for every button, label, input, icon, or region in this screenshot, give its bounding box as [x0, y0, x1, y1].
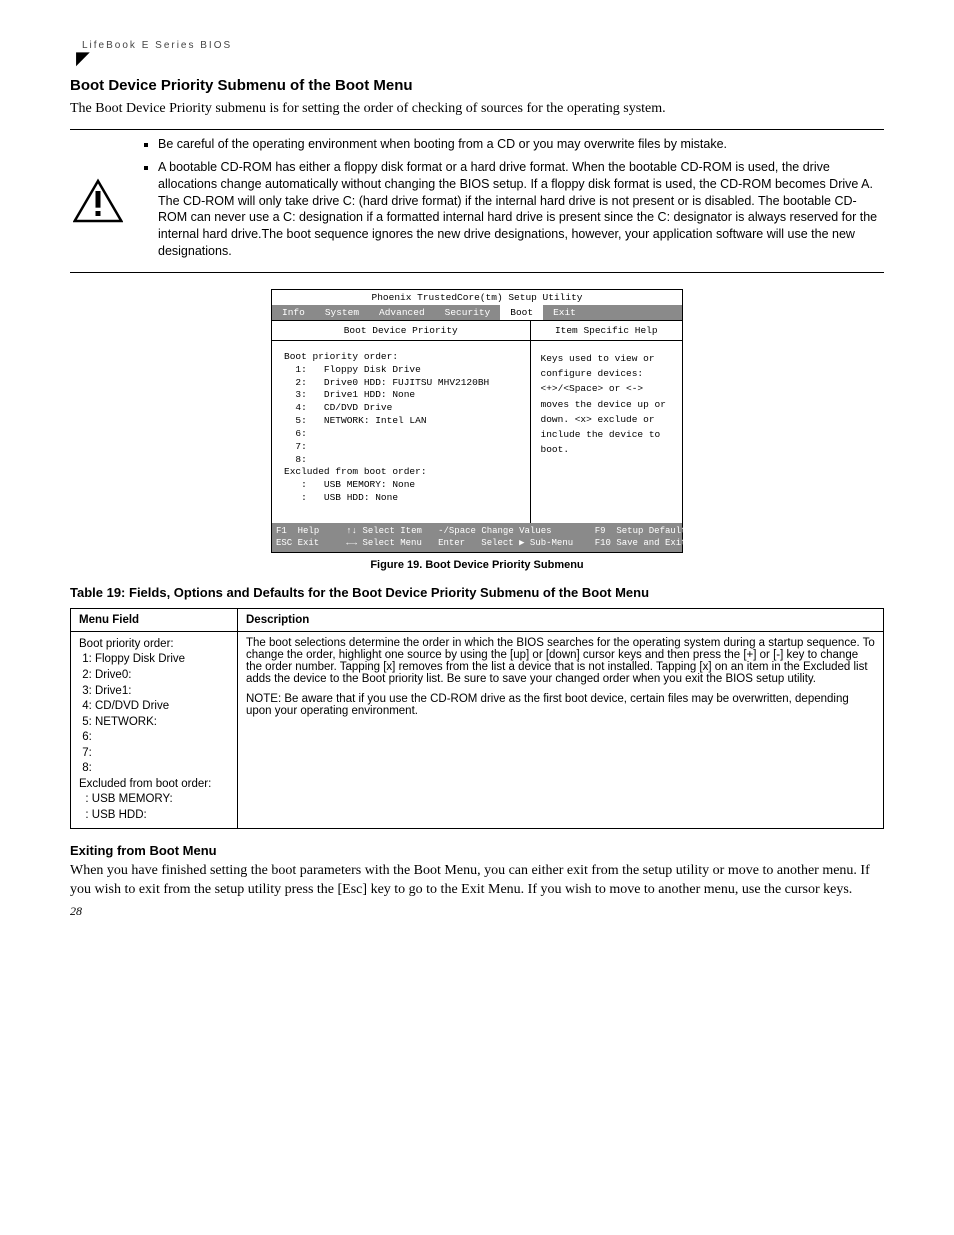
divider	[70, 129, 884, 130]
warning-block: Be careful of the operating environment …	[70, 136, 884, 266]
bios-tab-system: System	[315, 305, 369, 320]
bios-boot-order: Boot priority order: 1: Floppy Disk Driv…	[272, 341, 530, 523]
table-cell-desc: The boot selections determine the order …	[238, 631, 884, 828]
bios-screenshot: Phoenix TrustedCore(tm) Setup Utility In…	[271, 289, 683, 553]
bios-tab-exit: Exit	[543, 305, 586, 320]
section-intro: The Boot Device Priority submenu is for …	[70, 100, 884, 119]
header-marker-icon: ◤	[70, 53, 884, 63]
page-number: 28	[70, 904, 884, 919]
section-title: Boot Device Priority Submenu of the Boot…	[70, 77, 884, 94]
table-desc-p2: NOTE: Be aware that if you use the CD-RO…	[246, 693, 875, 717]
definitions-table: Menu Field Description Boot priority ord…	[70, 608, 884, 829]
warning-item: Be careful of the operating environment …	[158, 136, 884, 153]
bios-right-header: Item Specific Help	[531, 321, 682, 341]
bios-tab-advanced: Advanced	[369, 305, 435, 320]
bios-footer: F1 Help ↑↓ Select Item -/Space Change Va…	[272, 523, 682, 552]
bios-help-text: Keys used to view or configure devices: …	[531, 341, 682, 467]
bios-tab-security: Security	[435, 305, 501, 320]
bios-utility-title: Phoenix TrustedCore(tm) Setup Utility	[272, 290, 682, 305]
breadcrumb: LifeBook E Series BIOS	[70, 40, 884, 51]
table-row: Boot priority order: 1: Floppy Disk Driv…	[71, 631, 884, 828]
divider	[70, 272, 884, 273]
warning-list: Be careful of the operating environment …	[140, 136, 884, 266]
bios-tab-bar: Info System Advanced Security Boot Exit	[272, 305, 682, 320]
table-head-desc: Description	[238, 608, 884, 631]
figure-caption: Figure 19. Boot Device Priority Submenu	[70, 559, 884, 571]
table-cell-field: Boot priority order: 1: Floppy Disk Driv…	[71, 631, 238, 828]
warning-item: A bootable CD-ROM has either a floppy di…	[158, 159, 884, 260]
warning-icon	[70, 136, 126, 266]
table-title: Table 19: Fields, Options and Defaults f…	[70, 585, 884, 600]
bios-tab-info: Info	[272, 305, 315, 320]
exit-heading: Exiting from Boot Menu	[70, 843, 884, 858]
exit-body: When you have finished setting the boot …	[70, 862, 884, 900]
bios-left-header: Boot Device Priority	[272, 321, 530, 341]
table-head-field: Menu Field	[71, 608, 238, 631]
bios-tab-boot: Boot	[500, 305, 543, 320]
table-desc-p1: The boot selections determine the order …	[246, 637, 875, 685]
